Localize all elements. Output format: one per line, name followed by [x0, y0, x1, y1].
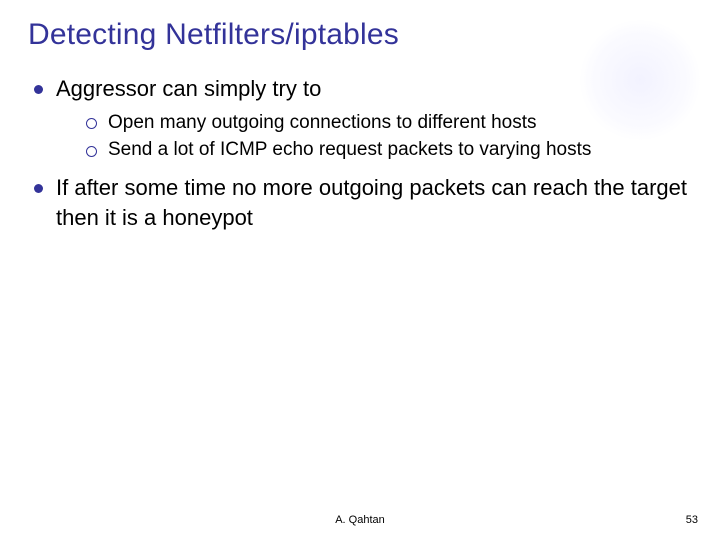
list-item: Send a lot of ICMP echo request packets … [86, 137, 692, 163]
footer-author: A. Qahtan [0, 514, 720, 526]
bullet-text: If after some time no more outgoing pack… [56, 175, 687, 230]
bullet-text: Send a lot of ICMP echo request packets … [108, 139, 591, 160]
bullet-list: Aggressor can simply try to Open many ou… [28, 74, 692, 232]
list-item: If after some time no more outgoing pack… [34, 173, 692, 232]
footer-page-number: 53 [686, 514, 698, 526]
list-item: Aggressor can simply try to Open many ou… [34, 74, 692, 163]
list-item: Open many outgoing connections to differ… [86, 110, 692, 136]
bullet-text: Open many outgoing connections to differ… [108, 112, 536, 133]
slide: Detecting Netfilters/iptables Aggressor … [0, 0, 720, 540]
slide-title: Detecting Netfilters/iptables [28, 18, 692, 52]
bullet-text: Aggressor can simply try to [56, 76, 321, 101]
sub-bullet-list: Open many outgoing connections to differ… [56, 110, 692, 163]
